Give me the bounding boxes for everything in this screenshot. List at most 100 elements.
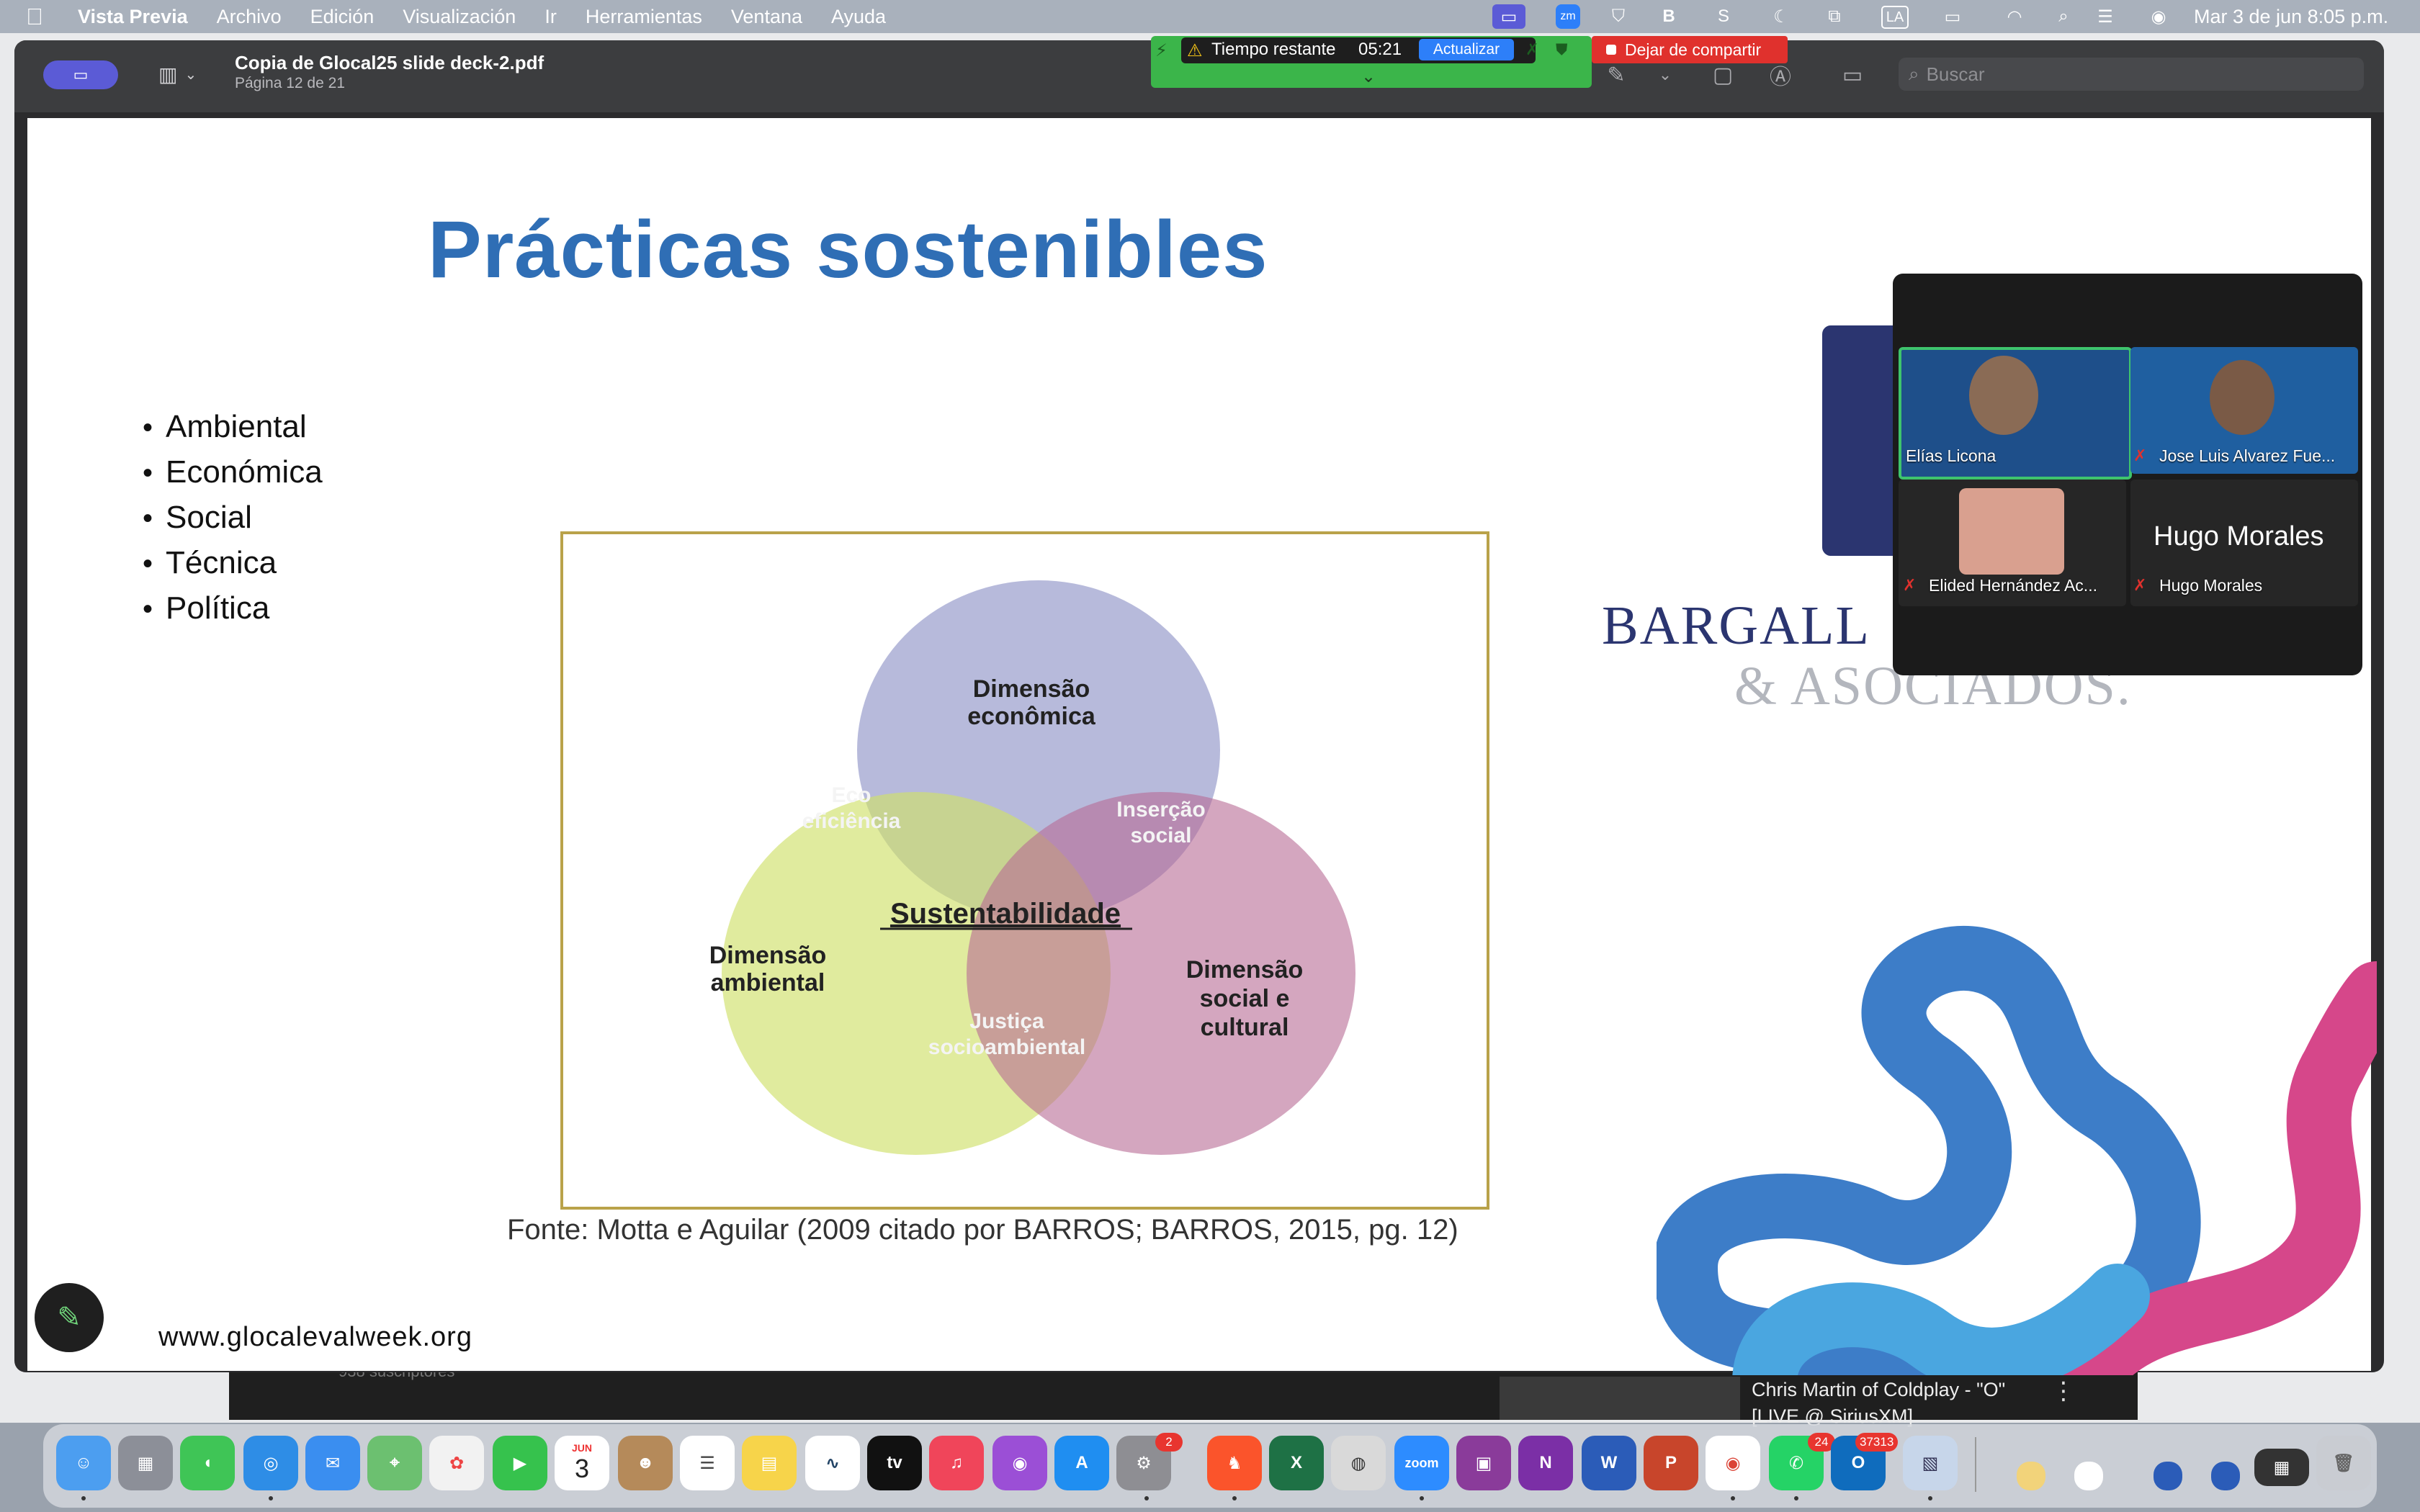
launchpad-icon[interactable]: ▦ — [118, 1436, 173, 1490]
music-icon[interactable]: ♫ — [929, 1436, 984, 1490]
reminders-icon[interactable]: ☰ — [680, 1436, 735, 1490]
venn-label-insercao-2: social — [1130, 824, 1191, 847]
app-menu[interactable]: Vista Previa — [78, 6, 188, 28]
menu-visualizacion[interactable]: Visualización — [403, 6, 516, 28]
chrome-icon[interactable]: ◉ — [1706, 1436, 1760, 1490]
yt-video-thumbnail[interactable] — [1500, 1377, 1740, 1420]
avatar — [1969, 356, 2038, 435]
mic-muted-icon[interactable]: ✗ — [1525, 40, 1538, 59]
warning-icon: ⚠ — [1187, 41, 1203, 60]
venn-label-right-3: cultural — [1201, 1014, 1289, 1041]
menu-ir[interactable]: Ir — [544, 6, 557, 28]
finder-icon[interactable]: ☺ — [56, 1436, 111, 1490]
website-url: www.glocalevalweek.org — [158, 1322, 472, 1352]
venn-label-eco-1: Eco — [831, 783, 871, 807]
screen-share-chip-icon[interactable]: ▭ — [43, 60, 118, 89]
more-options-icon[interactable]: ⋮ — [2051, 1377, 2076, 1405]
calendar-month: JUN — [571, 1442, 592, 1454]
minimized-window-icon[interactable] — [2074, 1462, 2103, 1490]
calendar-icon[interactable]: JUN 3 — [555, 1436, 609, 1490]
venn-diagram: Dimensão econômica Dimensão ambiental Di… — [709, 580, 1355, 1155]
menu-ventana[interactable]: Ventana — [731, 6, 802, 28]
menu-archivo[interactable]: Archivo — [217, 6, 282, 28]
rotate-icon[interactable]: ▢ — [1707, 59, 1739, 91]
bullet-item: Social — [143, 500, 252, 536]
stop-share-label: Dejar de compartir — [1625, 40, 1762, 59]
contacts-icon[interactable]: ☻ — [618, 1436, 673, 1490]
winrar-icon[interactable]: ▣ — [1456, 1436, 1511, 1490]
wifi-icon[interactable]: ◠ — [2002, 4, 2027, 29]
battery-icon[interactable]: ▭ — [1940, 4, 1965, 29]
podcasts-icon[interactable]: ◉ — [992, 1436, 1047, 1490]
stop-share-button[interactable]: Dejar de compartir — [1592, 36, 1788, 63]
maps-icon[interactable]: ⌖ — [367, 1436, 422, 1490]
mail-icon[interactable]: ✉ — [305, 1436, 360, 1490]
preview-icon[interactable]: ▧ — [1903, 1436, 1958, 1490]
menu-ayuda[interactable]: Ayuda — [831, 6, 886, 28]
participant-name: Hugo Morales — [2159, 576, 2263, 595]
vpn-shield-icon[interactable]: ⛉ — [1606, 4, 1631, 29]
search-field[interactable]: ⌕ Buscar — [1899, 58, 2364, 91]
document-title: Copia de Glocal25 slide deck-2.pdf — [235, 52, 544, 73]
messages-icon[interactable]: ◖ — [180, 1436, 235, 1490]
participant-name: Jose Luis Alvarez Fue... — [2159, 446, 2336, 465]
trash-icon[interactable]: 🗑 — [2316, 1436, 2371, 1490]
search-icon[interactable]: ⌕ — [2051, 4, 2076, 29]
zoom-icon[interactable]: zoom — [1394, 1436, 1449, 1490]
moon-icon[interactable]: ☾ — [1769, 4, 1793, 29]
venn-label-left-2: ambiental — [711, 969, 825, 996]
bullet-item: Técnica — [143, 545, 277, 581]
menu-herramientas[interactable]: Herramientas — [586, 6, 702, 28]
siri-icon[interactable]: ◉ — [2146, 4, 2171, 29]
translate-icon[interactable]: ⧉ — [1822, 4, 1847, 29]
safari-icon[interactable]: ◎ — [243, 1436, 298, 1490]
keyboard-layout-icon[interactable]: LA — [1881, 6, 1909, 29]
minimized-window-icon[interactable] — [2017, 1462, 2045, 1490]
freeform-icon[interactable]: ∿ — [805, 1436, 860, 1490]
apple-menu-icon[interactable]:  — [26, 4, 48, 30]
coherence-icon[interactable]: ◍ — [1331, 1436, 1386, 1490]
word-icon[interactable]: W — [1582, 1436, 1636, 1490]
minimized-window-icon[interactable] — [2154, 1462, 2182, 1490]
time-remaining-label: Tiempo restante — [1211, 40, 1336, 59]
onenote-icon[interactable]: N — [1518, 1436, 1573, 1490]
zoom-share-icon[interactable]: ▭ — [1492, 4, 1525, 29]
markup-chevron-icon[interactable]: ⌄ — [1649, 59, 1681, 91]
sign-icon[interactable]: Ⓐ — [1765, 59, 1796, 91]
yt-video-title[interactable]: Chris Martin of Coldplay - "O" — [1752, 1379, 2005, 1401]
slide-title: Prácticas sostenibles — [428, 204, 1268, 294]
venn-label-insercao-1: Inserção — [1116, 798, 1205, 822]
edit-pencil-icon[interactable]: ✎ — [35, 1283, 104, 1352]
minimized-window-icon[interactable] — [2211, 1462, 2240, 1490]
facetime-icon[interactable]: ▶ — [493, 1436, 547, 1490]
avatar — [2210, 360, 2275, 435]
apple-tv-icon[interactable]: tv — [867, 1436, 922, 1490]
bartender-icon[interactable]: B — [1657, 4, 1681, 29]
notes-icon[interactable]: ▤ — [742, 1436, 797, 1490]
powerpoint-icon[interactable]: P — [1644, 1436, 1698, 1490]
app-store-icon[interactable]: A — [1054, 1436, 1109, 1490]
mic-muted-icon: ✗ — [1903, 576, 1917, 594]
security-shield-icon[interactable]: ⛊ — [1556, 40, 1568, 59]
downloads-stack-icon[interactable]: ▦ — [2254, 1449, 2309, 1486]
participant-display-name: Hugo Morales — [2154, 521, 2324, 552]
update-button[interactable]: Actualizar — [1419, 39, 1514, 60]
stop-icon — [1606, 45, 1616, 55]
control-center-icon[interactable]: ☰ — [2093, 4, 2118, 29]
brave-icon[interactable]: ♞ — [1207, 1436, 1262, 1490]
markup-pen-icon[interactable]: ✎ — [1600, 59, 1632, 91]
participant-name: Elided Hernández Ac... — [1929, 576, 2097, 595]
menu-edicion[interactable]: Edición — [310, 6, 375, 28]
shazam-icon[interactable]: S — [1711, 4, 1736, 29]
mic-muted-icon: ✗ — [2133, 576, 2147, 594]
running-indicator — [1144, 1496, 1149, 1500]
search-placeholder: Buscar — [1926, 63, 1985, 85]
photos-icon[interactable]: ✿ — [429, 1436, 484, 1490]
sidebar-toggle-button[interactable]: ▥ ⌄ — [158, 62, 216, 86]
mic-muted-icon: ✗ — [2133, 446, 2147, 464]
form-fill-icon[interactable]: ▭ — [1837, 59, 1868, 91]
excel-icon[interactable]: X — [1269, 1436, 1324, 1490]
chevron-down-icon[interactable]: ⌄ — [1361, 66, 1376, 87]
menu-clock[interactable]: Mar 3 de jun 8:05 p.m. — [2194, 0, 2388, 33]
zoom-icon[interactable]: zm — [1556, 4, 1580, 29]
